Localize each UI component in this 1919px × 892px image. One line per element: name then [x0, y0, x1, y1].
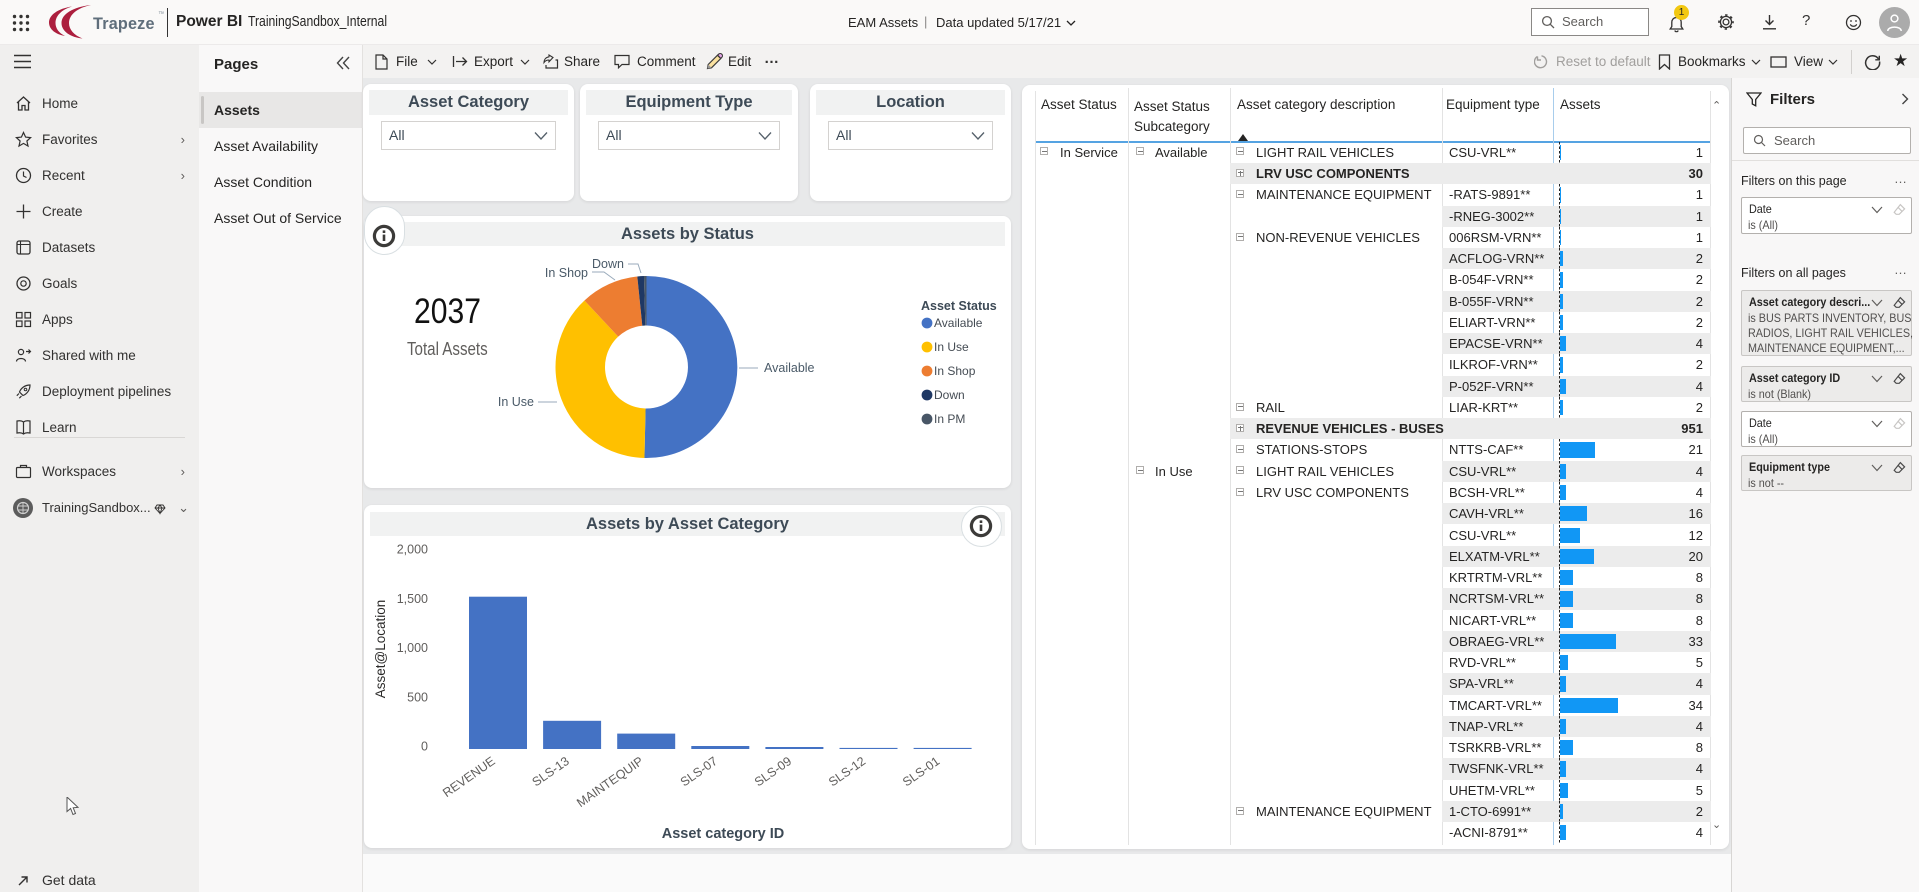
- svg-text:Asset Status: Asset Status: [921, 299, 997, 313]
- svg-text:In PM: In PM: [934, 412, 965, 426]
- svg-text:Available: Available: [764, 361, 815, 375]
- svg-text:SLS-09: SLS-09: [752, 754, 794, 789]
- svg-text:0: 0: [421, 740, 428, 754]
- svg-text:Down: Down: [592, 257, 624, 271]
- svg-text:1,500: 1,500: [397, 592, 428, 606]
- svg-text:1,000: 1,000: [397, 641, 428, 655]
- svg-text:Asset category ID: Asset category ID: [662, 826, 785, 842]
- svg-text:In Use: In Use: [934, 340, 969, 354]
- svg-text:™: ™: [158, 11, 164, 18]
- svg-text:2,000: 2,000: [397, 543, 428, 557]
- svg-text:Trapeze: Trapeze: [93, 15, 155, 33]
- svg-text:In Use: In Use: [498, 395, 534, 409]
- svg-text:In Shop: In Shop: [545, 266, 588, 280]
- svg-text:500: 500: [407, 690, 428, 704]
- svg-text:MAINTEQUIP: MAINTEQUIP: [574, 754, 646, 810]
- svg-text:Asset@Location: Asset@Location: [373, 600, 388, 699]
- svg-text:SLS-01: SLS-01: [900, 754, 942, 789]
- svg-text:SLS-13: SLS-13: [530, 754, 572, 789]
- svg-text:Available: Available: [934, 316, 983, 330]
- svg-text:In Shop: In Shop: [934, 364, 976, 378]
- svg-text:REVENUE: REVENUE: [440, 754, 498, 800]
- svg-text:Down: Down: [934, 388, 965, 402]
- svg-text:SLS-07: SLS-07: [678, 754, 720, 789]
- svg-text:SLS-12: SLS-12: [826, 754, 868, 789]
